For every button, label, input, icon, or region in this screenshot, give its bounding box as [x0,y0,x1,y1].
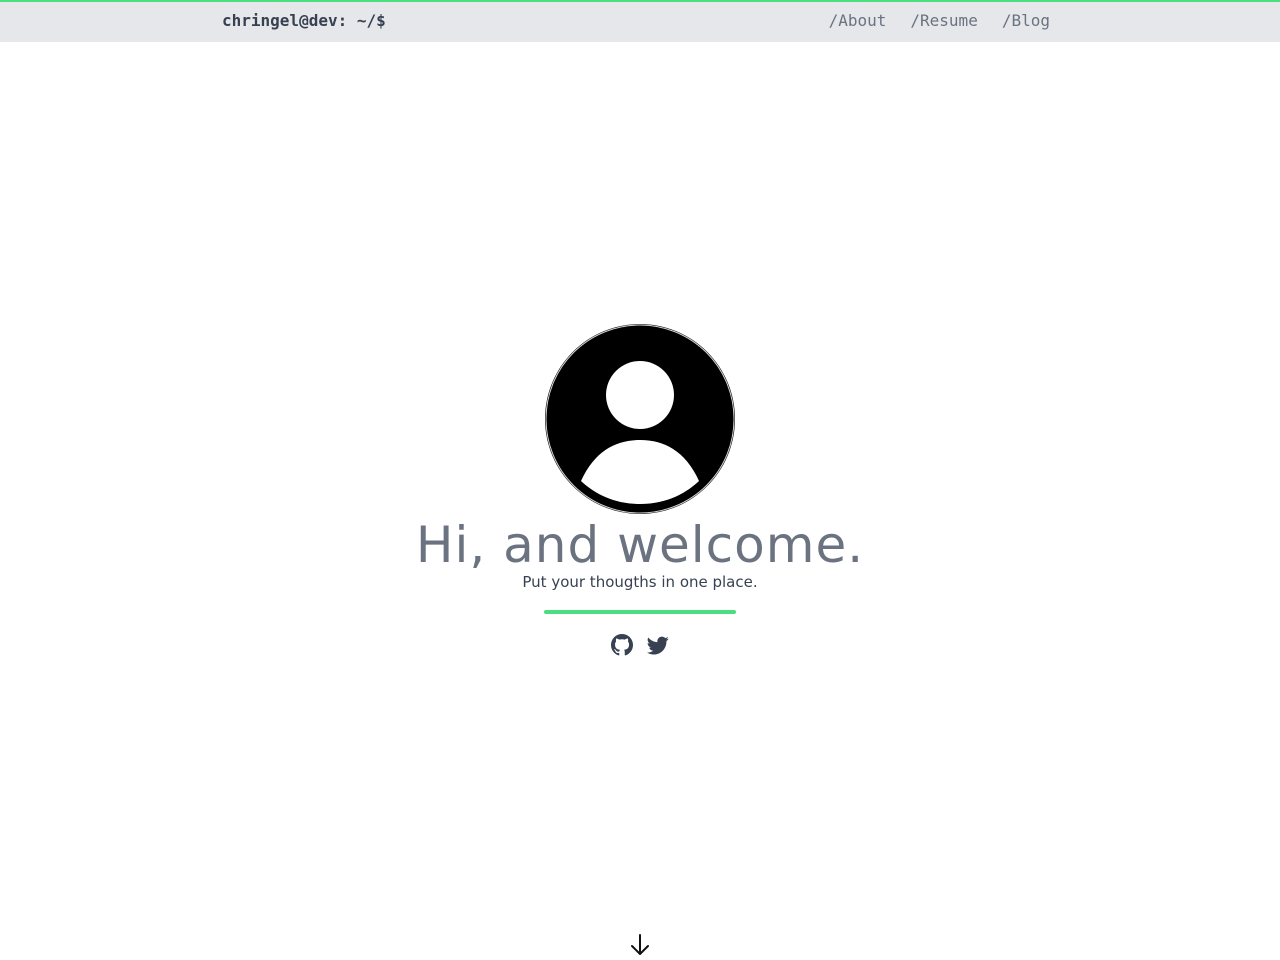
twitter-icon [646,636,669,655]
top-navbar: chringel@dev: ~/$ /About /Resume /Blog [0,0,1280,42]
github-icon [611,634,633,656]
twitter-link[interactable] [646,634,669,656]
social-links [610,634,670,656]
nav-link-blog[interactable]: /Blog [1002,11,1050,31]
github-link[interactable] [611,634,633,656]
nav-link-resume[interactable]: /Resume [910,11,977,31]
site-brand-link[interactable]: chringel@dev: ~/$ [222,11,386,31]
arrow-down-icon [631,934,649,955]
hero-headline: Hi, and welcome. [415,516,865,574]
nav-link-about[interactable]: /About [829,11,887,31]
user-avatar-icon [545,324,735,514]
hero-tagline: Put your thougths in one place. [522,573,758,591]
main-nav: /About /Resume /Blog [829,11,1050,31]
scroll-down-button[interactable] [629,933,651,957]
accent-divider [544,610,736,614]
